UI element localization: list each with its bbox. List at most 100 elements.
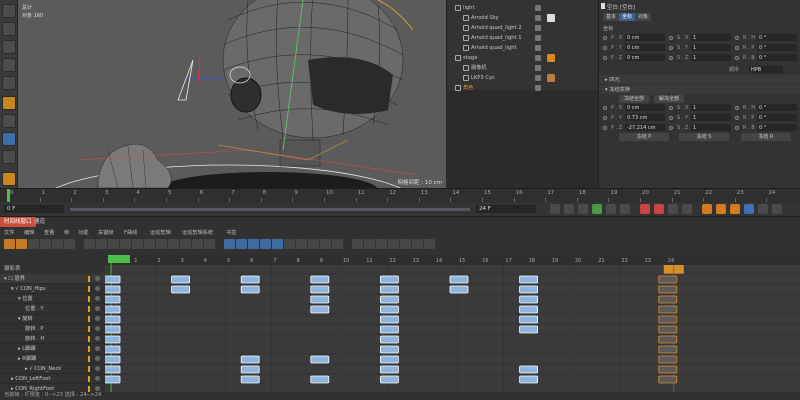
visibility-toggle[interactable] — [535, 75, 541, 81]
coord-value[interactable]: 0 ° — [757, 44, 797, 51]
keyframe[interactable] — [379, 325, 399, 334]
keyframe[interactable] — [240, 375, 260, 384]
coord-field-p[interactable]: P . X0 cm — [603, 34, 667, 42]
track-row[interactable]: ▸ L脚踝 — [0, 344, 105, 354]
timeline-tool-icon[interactable] — [168, 239, 179, 249]
rotate-key-icon[interactable] — [716, 204, 726, 214]
unfreeze-all-button[interactable]: 解冻全部 — [654, 95, 684, 103]
coord-field-r[interactable]: R . B0 ° — [735, 124, 799, 132]
object-row[interactable]: Arnold quad_light 2 — [447, 23, 599, 33]
timeline-tool-icon[interactable] — [272, 239, 283, 249]
timeline-menu-item[interactable]: 编辑 — [24, 229, 34, 236]
visibility-toggle[interactable] — [535, 55, 541, 61]
viewport-3d[interactable]: 总计 对象 160 网格间距 : 10 cm — [18, 0, 446, 188]
play-icon[interactable] — [592, 204, 602, 214]
go-end-icon[interactable] — [620, 204, 630, 214]
timeline-menu-item[interactable]: F曲线 — [124, 229, 137, 236]
keyframe-dot-icon[interactable] — [735, 56, 739, 60]
timeline-tool-icon[interactable] — [320, 239, 331, 249]
coord-value[interactable]: 1 — [691, 114, 731, 121]
keyframe[interactable] — [379, 375, 399, 384]
keyframe[interactable] — [658, 315, 678, 324]
keyframe-dot-icon[interactable] — [603, 116, 607, 120]
track-solo-icon[interactable] — [95, 326, 100, 331]
prev-frame-icon[interactable] — [578, 204, 588, 214]
workplane-icon[interactable] — [2, 172, 16, 186]
timeline-tool-icon[interactable] — [260, 239, 271, 249]
playhead-marker[interactable] — [7, 189, 10, 203]
track-row[interactable]: 旋转 . P — [0, 324, 105, 334]
object-row[interactable]: Arnold quad_light — [447, 43, 599, 53]
object-row[interactable]: 摄像机 — [447, 63, 599, 73]
keyframe-dot-icon[interactable] — [603, 126, 607, 130]
timeline-tool-icon[interactable] — [248, 239, 259, 249]
end-frame-field[interactable]: 24 F — [476, 205, 536, 213]
keyframe[interactable] — [105, 375, 121, 384]
track-row[interactable]: ▾ 位置 — [0, 294, 105, 304]
keyframe[interactable] — [105, 275, 121, 284]
range-slider[interactable] — [70, 208, 470, 211]
keyframe[interactable] — [519, 295, 539, 304]
keyframe-icon[interactable] — [682, 204, 692, 214]
object-row[interactable]: Arnold quad_light 1 — [447, 33, 599, 43]
quat-bar[interactable]: ▸ 四元 — [599, 75, 800, 84]
scale-key-icon[interactable] — [730, 204, 740, 214]
keyframe[interactable] — [105, 335, 121, 344]
keyframe-dot-icon[interactable] — [735, 126, 739, 130]
tab-channels[interactable]: 通道 — [30, 217, 49, 227]
coord-field-s[interactable]: S . Y1 — [669, 44, 733, 52]
keyframe[interactable] — [105, 325, 121, 334]
keyframe-dot-icon[interactable] — [603, 46, 607, 50]
cube-icon[interactable] — [2, 4, 16, 18]
coord-value[interactable]: 0 cm — [625, 104, 665, 111]
keyframe[interactable] — [310, 295, 330, 304]
timeline-tool-icon[interactable] — [84, 239, 95, 249]
track-solo-icon[interactable] — [95, 346, 100, 351]
keyframe[interactable] — [379, 335, 399, 344]
keyframe[interactable] — [519, 315, 539, 324]
keyframe[interactable] — [519, 305, 539, 314]
timeline-tool-icon[interactable] — [16, 239, 27, 249]
keyframe[interactable] — [240, 365, 260, 374]
track-row[interactable]: ▾ √ CON_Hips — [0, 284, 105, 294]
keyframe[interactable] — [658, 275, 678, 284]
timeline-tool-icon[interactable] — [28, 239, 39, 249]
tab-object[interactable]: 对象 — [635, 13, 652, 21]
keyframe[interactable] — [105, 365, 121, 374]
coord-field-p[interactable]: P . Y0 cm — [603, 44, 667, 52]
track-solo-icon[interactable] — [95, 286, 100, 291]
timeline-tool-icon[interactable] — [64, 239, 75, 249]
keyframe[interactable] — [658, 285, 678, 294]
keyframe[interactable] — [658, 375, 678, 384]
visibility-toggle[interactable] — [535, 15, 541, 21]
coord-field-r[interactable]: R . H0 ° — [735, 34, 799, 42]
coord-field-p[interactable]: P . Z0 cm — [603, 54, 667, 62]
keyframe[interactable] — [240, 275, 260, 284]
keyframe-dot-icon[interactable] — [603, 56, 607, 60]
keyframe[interactable] — [379, 345, 399, 354]
keyframe[interactable] — [379, 315, 399, 324]
keyframe[interactable] — [171, 275, 190, 284]
frame-ruler[interactable]: 0 1 2 3 4 5 6 7 8 9 10 11 12 13 14 15 16 17 18 19 20 21 22 23 24 — [0, 188, 800, 203]
freeze-all-button[interactable]: 冻结全部 — [619, 95, 649, 103]
timeline-menu-item[interactable]: 帧 — [64, 229, 69, 236]
keyframe-dot-icon[interactable] — [669, 116, 673, 120]
coord-value[interactable]: 0 cm — [625, 44, 665, 51]
material-tag-icon[interactable] — [547, 54, 555, 62]
coord-value[interactable]: 0 cm — [625, 34, 665, 41]
timeline-tool-icon[interactable] — [424, 239, 435, 249]
keyframe[interactable] — [519, 275, 539, 284]
coord-value[interactable]: 0 ° — [757, 54, 797, 61]
track-solo-icon[interactable] — [95, 366, 100, 371]
track-row[interactable]: 位置 . Y — [0, 304, 105, 314]
timeline-menu-item[interactable]: 文件 — [4, 229, 14, 236]
keyframe[interactable] — [105, 355, 121, 364]
coord-field-p[interactable]: P . Y 0.73 cm — [603, 114, 667, 122]
timeline-tool-icon[interactable] — [120, 239, 131, 249]
keyframe[interactable] — [240, 285, 260, 294]
timeline-tool-icon[interactable] — [40, 239, 51, 249]
keyframe[interactable] — [105, 305, 121, 314]
current-frame-field[interactable]: 0 F — [4, 205, 64, 213]
timeline-tool-icon[interactable] — [400, 239, 411, 249]
keyframe[interactable] — [519, 375, 539, 384]
